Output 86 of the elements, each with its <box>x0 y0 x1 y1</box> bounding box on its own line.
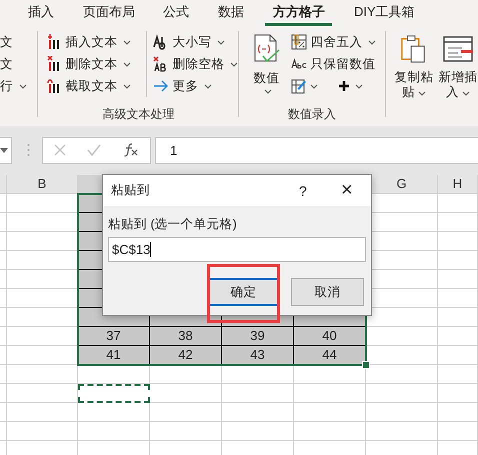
grid-cell <box>438 289 478 308</box>
grid-cell <box>7 365 78 384</box>
ribbon-button[interactable]: 文 <box>0 53 38 75</box>
table-cell: 42 <box>150 346 222 365</box>
table-percent-icon <box>291 34 308 50</box>
formula-input[interactable]: 1 <box>155 136 478 164</box>
table-cell: 38 <box>150 327 222 346</box>
grid-cell <box>366 422 438 441</box>
grid-cell <box>150 365 222 384</box>
column-header[interactable]: B <box>7 175 78 194</box>
ok-button[interactable]: 确定 <box>209 278 278 306</box>
grid-cell <box>7 384 78 403</box>
cancel-button[interactable]: 取消 <box>291 278 364 306</box>
table-cell: 40 <box>294 327 366 346</box>
grid-cell <box>438 213 478 232</box>
grid-cell <box>294 422 366 441</box>
ribbon-button[interactable]: 文 <box>0 31 38 53</box>
column-header[interactable]: H <box>438 175 478 194</box>
prompt-label: 粘贴到 (选一个单元格) <box>108 216 238 232</box>
plus-button[interactable] <box>336 78 364 94</box>
table-cell: 43 <box>222 346 294 365</box>
grid-cell <box>438 384 478 403</box>
ribbon-button[interactable]: 四舍五入 <box>291 31 376 53</box>
grid-cell <box>222 384 294 403</box>
table-cell: 37 <box>78 327 150 346</box>
arrow-icon <box>153 78 170 94</box>
grid-cell <box>78 365 150 384</box>
grid-cell <box>7 422 78 441</box>
group-label: 高级文本处理 <box>101 106 176 123</box>
grip-icon <box>27 143 30 157</box>
grid-cell <box>438 365 478 384</box>
grid-cell <box>294 384 366 403</box>
grid-cell <box>222 365 294 384</box>
ribbon-button[interactable]: 复制粘贴 <box>394 31 434 126</box>
grid-cell <box>78 403 150 422</box>
ribbon-tab[interactable]: DIY工具箱 <box>346 0 422 26</box>
grid-cell <box>7 403 78 422</box>
grid-cell <box>150 403 222 422</box>
help-button[interactable]: ? <box>299 182 313 198</box>
close-button[interactable]: × <box>341 179 357 202</box>
grid-cell <box>438 232 478 251</box>
grid-cell <box>438 251 478 270</box>
ribbon-button[interactable]: 更多 <box>153 75 238 97</box>
grid-cell <box>294 403 366 422</box>
grid-cell <box>78 422 150 441</box>
grid-cell <box>438 327 478 346</box>
form-icon <box>443 34 473 64</box>
ribbon-button[interactable]: 新增插入 <box>438 31 478 126</box>
name-box[interactable] <box>0 136 12 164</box>
grid-cell <box>438 270 478 289</box>
grid-cell <box>366 384 438 403</box>
grid-cell <box>150 384 222 403</box>
grid-cell <box>438 194 478 213</box>
grid-cell <box>366 403 438 422</box>
group-label: 数值录入 <box>287 106 338 123</box>
grid-cell <box>366 327 438 346</box>
grid-cell <box>438 403 478 422</box>
ribbon-tab[interactable]: 页面布局 <box>75 0 142 26</box>
table-cell: 39 <box>222 327 294 346</box>
ribbon-button[interactable]: 只保留数值 <box>291 53 376 75</box>
table-pencil-icon <box>291 78 308 94</box>
grid-cell <box>438 308 478 327</box>
grid-cell <box>438 422 478 441</box>
number-button[interactable]: 数值 <box>247 31 286 106</box>
function-icon[interactable] <box>123 143 140 157</box>
cell-input[interactable]: $C$13 <box>108 237 366 262</box>
ribbon-tab[interactable]: 数据 <box>210 0 251 26</box>
ribbon-button[interactable]: 截取文本 <box>46 75 138 97</box>
ribbon-button[interactable]: 删除文本 <box>46 53 138 75</box>
grid-cell <box>438 346 478 365</box>
ribbon-tab[interactable]: 公式 <box>155 0 196 26</box>
ribbon-button[interactable]: 删除空格 <box>153 53 238 75</box>
grid-cell <box>150 422 222 441</box>
ribbon-button[interactable]: 插入文本 <box>46 31 138 53</box>
dialog-title: 粘贴到 <box>111 182 151 199</box>
table-cell: 44 <box>294 346 366 365</box>
table-cell: 41 <box>78 346 150 365</box>
ribbon-button[interactable]: 大小写 <box>153 31 238 53</box>
grid-cell <box>222 403 294 422</box>
ribbon-tab[interactable]: 插入 <box>20 0 61 26</box>
ribbon-button[interactable]: 行 <box>0 75 38 97</box>
dropdown-icon <box>0 148 8 152</box>
check-icon[interactable] <box>87 144 102 156</box>
copy-marquee <box>78 384 150 403</box>
edit-table-button[interactable] <box>291 78 318 94</box>
grid-cell <box>222 422 294 441</box>
